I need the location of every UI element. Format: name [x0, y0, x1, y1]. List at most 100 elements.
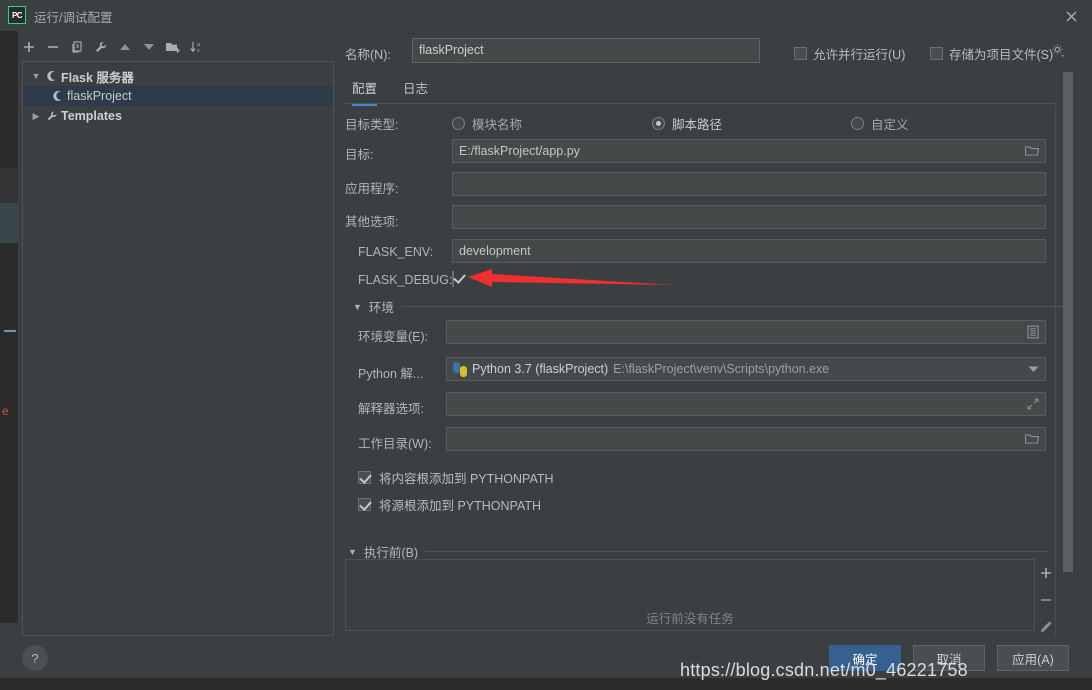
configurations-toolbar: a z	[18, 34, 336, 60]
radio-script-path[interactable]: 脚本路径	[652, 114, 722, 133]
checkbox-box	[794, 47, 807, 60]
other-options-input[interactable]	[452, 205, 1046, 229]
folder-browse-icon[interactable]	[1025, 433, 1039, 445]
radio-custom[interactable]: 自定义	[851, 114, 909, 133]
close-icon[interactable]	[1060, 6, 1082, 26]
allow-parallel-run-label: 允许并行运行(U)	[813, 48, 906, 62]
interpreter-name: Python 3.7 (flaskProject)	[472, 362, 609, 376]
chevron-down-icon[interactable]: ▼	[353, 302, 362, 312]
application-label: 应用程序:	[345, 182, 399, 196]
ok-button[interactable]: 确定	[829, 645, 901, 671]
radio-module-name[interactable]: 模块名称	[452, 114, 522, 133]
target-label-row: 目标:	[345, 144, 373, 163]
sort-az-button[interactable]: a z	[186, 36, 208, 58]
flask-icon	[49, 90, 67, 102]
remove-configuration-button[interactable]	[42, 36, 64, 58]
working-dir-input[interactable]	[446, 427, 1046, 451]
folder-browse-icon[interactable]	[1025, 145, 1039, 157]
flask-env-value: development	[459, 244, 531, 258]
chevron-right-icon[interactable]: ▶	[29, 111, 43, 122]
section-rule	[400, 306, 1065, 307]
edit-templates-button[interactable]	[90, 36, 112, 58]
cancel-button[interactable]: 取消	[913, 645, 985, 671]
checkbox-box	[358, 471, 371, 484]
gear-icon[interactable]	[1050, 43, 1065, 61]
expand-icon[interactable]	[1027, 398, 1039, 410]
add-task-button[interactable]	[1035, 559, 1057, 586]
move-down-button[interactable]	[138, 36, 160, 58]
flask-icon	[43, 70, 61, 82]
window-bottom-strip	[0, 678, 1092, 690]
chevron-down-icon[interactable]: ▼	[348, 547, 357, 557]
background-artifact	[0, 203, 18, 243]
tree-node-label: Flask 服务器	[61, 70, 134, 85]
target-input[interactable]: E:/flaskProject/app.py	[452, 139, 1046, 163]
radio-button	[452, 117, 465, 130]
other-options-label: 其他选项:	[345, 215, 399, 229]
pycharm-logo-icon: PC	[8, 6, 26, 24]
chevron-down-icon[interactable]: ▼	[29, 71, 43, 81]
before-launch-empty-text: 运行前没有任务	[646, 612, 734, 626]
vertical-scrollbar-thumb[interactable]	[1063, 72, 1073, 572]
copy-configuration-button[interactable]	[66, 36, 88, 58]
interpreter-combo[interactable]: Python 3.7 (flaskProject) E:\flaskProjec…	[446, 357, 1046, 381]
flask-env-input[interactable]: development	[452, 239, 1046, 263]
background-artifact: e	[2, 404, 9, 418]
target-value: E:/flaskProject/app.py	[459, 144, 580, 158]
name-input[interactable]: flaskProject	[412, 38, 760, 63]
configurations-tree: ▼ Flask 服务器 flaskProject ▶ Templates	[22, 61, 334, 636]
new-folder-button[interactable]	[162, 36, 184, 58]
allow-parallel-run-checkbox[interactable]: 允许并行运行(U)	[794, 44, 905, 63]
add-source-roots-checkbox[interactable]: 将源根添加到 PYTHONPATH	[358, 495, 541, 514]
interpreter-options-label-row: 解释器选项:	[358, 398, 424, 417]
interpreter-label-row: Python 解...	[358, 363, 423, 382]
add-content-roots-label: 将内容根添加到 PYTHONPATH	[379, 472, 554, 486]
chevron-down-icon[interactable]	[1028, 365, 1039, 373]
tree-node-flask-server[interactable]: ▼ Flask 服务器	[23, 66, 333, 86]
move-up-button[interactable]	[114, 36, 136, 58]
other-options-label-row: 其他选项:	[345, 211, 398, 230]
background-artifact	[0, 243, 18, 623]
checkbox-box	[358, 498, 371, 511]
section-rule	[425, 551, 1048, 552]
tab-logs[interactable]: 日志	[403, 78, 428, 106]
dialog-title-bar: PC 运行/调试配置	[0, 0, 1092, 31]
background-artifact	[0, 168, 18, 203]
environment-section-title: 环境	[368, 301, 394, 315]
list-edit-icon[interactable]	[1027, 325, 1039, 339]
environment-section-header[interactable]: ▼ 环境	[353, 297, 1065, 316]
radio-button	[851, 117, 864, 130]
interpreter-label: Python 解...	[358, 367, 424, 381]
edit-task-button[interactable]	[1035, 613, 1057, 640]
name-label: 名称(N):	[345, 48, 391, 62]
content-panel-border	[1055, 106, 1056, 636]
target-label: 目标:	[345, 148, 374, 162]
flask-debug-label-row: FLASK_DEBUG:	[358, 273, 452, 287]
env-vars-label-row: 环境变量(E):	[358, 326, 428, 345]
radio-label: 模块名称	[472, 118, 523, 132]
tree-node-label: flaskProject	[67, 89, 132, 103]
flask-debug-checkbox[interactable]	[452, 271, 454, 287]
background-artifact	[4, 330, 16, 332]
add-content-roots-checkbox[interactable]: 将内容根添加到 PYTHONPATH	[358, 468, 554, 487]
interpreter-options-label: 解释器选项:	[358, 402, 424, 416]
tree-node-label: Templates	[61, 109, 122, 123]
add-configuration-button[interactable]	[18, 36, 40, 58]
checkbox-box	[930, 47, 943, 60]
interpreter-options-input[interactable]	[446, 392, 1046, 416]
tree-node-templates[interactable]: ▶ Templates	[23, 106, 333, 126]
annotation-arrow-icon	[468, 269, 674, 287]
tree-node-flaskproject[interactable]: flaskProject	[23, 86, 333, 106]
run-debug-configurations-dialog: e PC 运行/调试配置 a z ▼ Flask 服务器 flaskProjec…	[0, 0, 1092, 690]
application-input[interactable]	[452, 172, 1046, 196]
apply-button[interactable]: 应用(A)	[997, 645, 1069, 671]
working-dir-label: 工作目录(W):	[358, 437, 432, 451]
before-launch-task-list[interactable]: 运行前没有任务	[345, 559, 1035, 631]
tab-configuration[interactable]: 配置	[352, 78, 378, 106]
remove-task-button[interactable]	[1035, 586, 1057, 613]
svg-text:z: z	[197, 48, 200, 54]
help-button[interactable]: ?	[22, 645, 48, 671]
env-vars-input[interactable]	[446, 320, 1046, 344]
store-as-project-file-checkbox[interactable]: 存储为项目文件(S)	[930, 44, 1053, 63]
target-type-label: 目标类型:	[345, 118, 399, 132]
